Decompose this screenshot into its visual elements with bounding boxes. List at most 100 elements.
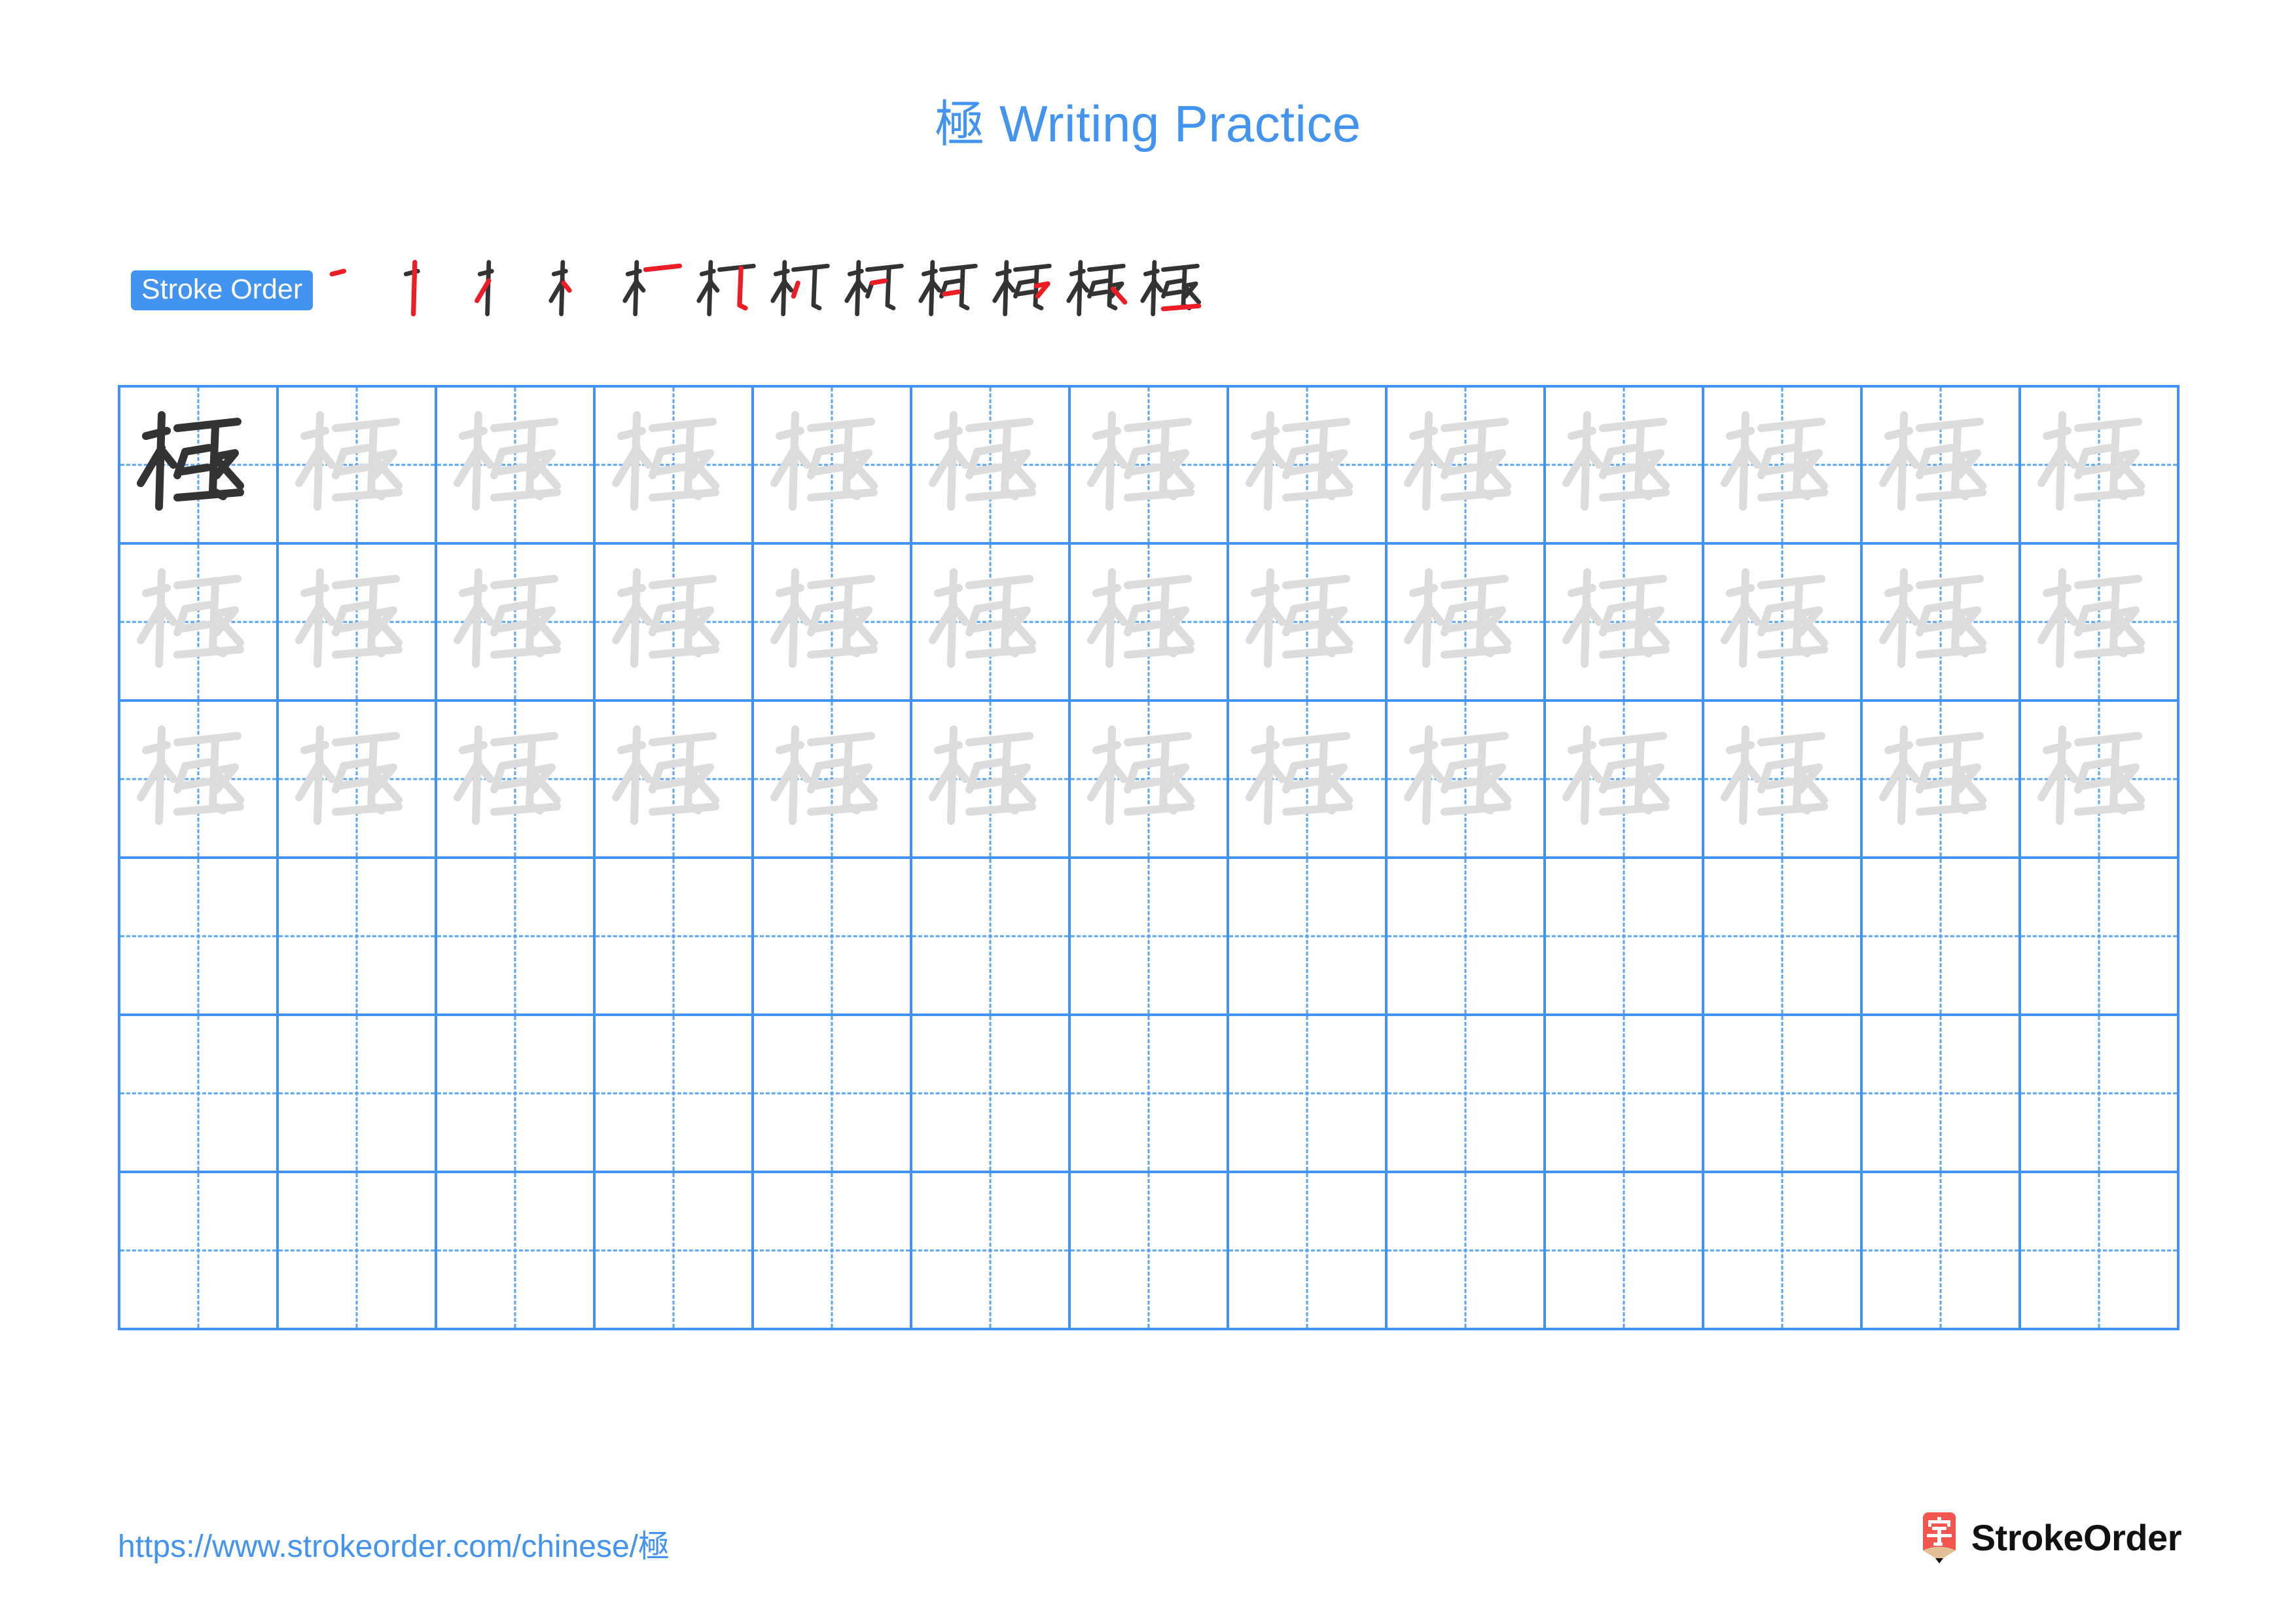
grid-cell-trace[interactable] [1704, 388, 1863, 545]
character-glyph [2021, 545, 2177, 699]
grid-cell-blank[interactable] [1546, 1173, 1704, 1330]
character-glyph [120, 388, 276, 542]
grid-cell-trace[interactable] [279, 388, 437, 545]
grid-cell-trace[interactable] [912, 388, 1071, 545]
grid-cell-trace[interactable] [1388, 545, 1546, 702]
character-glyph [912, 388, 1068, 542]
grid-cell-trace[interactable] [1229, 388, 1388, 545]
grid-cell-trace[interactable] [1704, 702, 1863, 859]
grid-cell-blank[interactable] [1388, 859, 1546, 1016]
grid-cell-trace[interactable] [1229, 545, 1388, 702]
stroke-order-section: Stroke Order [131, 254, 2165, 326]
grid-cell-blank[interactable] [279, 1173, 437, 1330]
character-glyph [912, 545, 1068, 699]
grid-cell-model[interactable] [120, 388, 279, 545]
stroke-step-6 [694, 253, 768, 327]
grid-cell-trace[interactable] [1863, 702, 2021, 859]
grid-cell-blank[interactable] [2021, 1173, 2179, 1330]
grid-cell-trace[interactable] [279, 545, 437, 702]
grid-cell-blank[interactable] [1071, 1016, 1229, 1173]
grid-cell-blank[interactable] [1229, 1173, 1388, 1330]
stroke-step-7 [768, 253, 842, 327]
grid-cell-trace[interactable] [1071, 702, 1229, 859]
grid-cell-blank[interactable] [2021, 1016, 2179, 1173]
grid-cell-trace[interactable] [120, 545, 279, 702]
grid-cell-blank[interactable] [1546, 859, 1704, 1016]
grid-cell-trace[interactable] [279, 702, 437, 859]
grid-cell-trace[interactable] [437, 388, 596, 545]
grid-cell-trace[interactable] [596, 545, 754, 702]
grid-cell-blank[interactable] [912, 1173, 1071, 1330]
grid-cell-blank[interactable] [1704, 1016, 1863, 1173]
grid-cell-blank[interactable] [1863, 859, 2021, 1016]
grid-cell-blank[interactable] [1863, 1016, 2021, 1173]
grid-cell-trace[interactable] [2021, 388, 2179, 545]
grid-cell-trace[interactable] [754, 702, 912, 859]
grid-cell-blank[interactable] [437, 1173, 596, 1330]
grid-cell-trace[interactable] [912, 702, 1071, 859]
grid-cell-blank[interactable] [596, 859, 754, 1016]
grid-cell-blank[interactable] [1863, 1173, 2021, 1330]
grid-cell-trace[interactable] [754, 545, 912, 702]
grid-cell-trace[interactable] [912, 545, 1071, 702]
grid-cell-blank[interactable] [596, 1016, 754, 1173]
brand-logo[interactable]: StrokeOrder [1919, 1512, 2182, 1563]
grid-cell-blank[interactable] [279, 1016, 437, 1173]
grid-cell-blank[interactable] [754, 859, 912, 1016]
grid-cell-trace[interactable] [1071, 545, 1229, 702]
grid-cell-blank[interactable] [1704, 859, 1863, 1016]
grid-cell-trace[interactable] [1546, 702, 1704, 859]
grid-cell-trace[interactable] [1546, 545, 1704, 702]
grid-cell-blank[interactable] [596, 1173, 754, 1330]
character-glyph [2021, 388, 2177, 542]
stroke-step-5 [620, 253, 694, 327]
character-glyph [1546, 702, 1702, 856]
character-glyph [754, 545, 910, 699]
grid-cell-trace[interactable] [2021, 702, 2179, 859]
grid-cell-blank[interactable] [120, 1173, 279, 1330]
grid-cell-trace[interactable] [1388, 702, 1546, 859]
grid-cell-blank[interactable] [120, 859, 279, 1016]
grid-cell-trace[interactable] [1546, 388, 1704, 545]
grid-cell-blank[interactable] [1229, 1016, 1388, 1173]
grid-cell-blank[interactable] [1071, 859, 1229, 1016]
grid-cell-blank[interactable] [2021, 859, 2179, 1016]
grid-cell-blank[interactable] [279, 859, 437, 1016]
footer-url[interactable]: https://www.strokeorder.com/chinese/極 [118, 1520, 670, 1566]
grid-cell-blank[interactable] [437, 859, 596, 1016]
grid-cell-trace[interactable] [1863, 388, 2021, 545]
grid-cell-trace[interactable] [120, 702, 279, 859]
grid-cell-trace[interactable] [1229, 702, 1388, 859]
grid-cell-blank[interactable] [1388, 1173, 1546, 1330]
character-glyph [279, 702, 435, 856]
grid-cell-blank[interactable] [1071, 1173, 1229, 1330]
grid-cell-trace[interactable] [1388, 388, 1546, 545]
grid-cell-trace[interactable] [1704, 545, 1863, 702]
pencil-logo-icon [1922, 1512, 1956, 1563]
grid-cell-trace[interactable] [437, 545, 596, 702]
grid-cell-trace[interactable] [2021, 545, 2179, 702]
character-glyph [1704, 388, 1860, 542]
grid-cell-blank[interactable] [912, 1016, 1071, 1173]
character-glyph [120, 702, 276, 856]
grid-cell-blank[interactable] [912, 859, 1071, 1016]
stroke-step-4 [547, 253, 620, 327]
grid-cell-blank[interactable] [437, 1016, 596, 1173]
grid-cell-trace[interactable] [596, 388, 754, 545]
grid-cell-blank[interactable] [1546, 1016, 1704, 1173]
grid-cell-blank[interactable] [120, 1016, 279, 1173]
grid-cell-blank[interactable] [1229, 859, 1388, 1016]
grid-cell-trace[interactable] [1863, 545, 2021, 702]
grid-cell-trace[interactable] [437, 702, 596, 859]
grid-cell-blank[interactable] [1388, 1016, 1546, 1173]
character-glyph [437, 702, 593, 856]
grid-cell-blank[interactable] [1704, 1173, 1863, 1330]
grid-cell-trace[interactable] [596, 702, 754, 859]
grid-cell-blank[interactable] [754, 1016, 912, 1173]
grid-cell-blank[interactable] [754, 1173, 912, 1330]
character-glyph [437, 388, 593, 542]
footer-url-prefix: https://www.strokeorder.com/chinese/ [118, 1529, 638, 1564]
character-glyph [596, 545, 751, 699]
grid-cell-trace[interactable] [1071, 388, 1229, 545]
grid-cell-trace[interactable] [754, 388, 912, 545]
